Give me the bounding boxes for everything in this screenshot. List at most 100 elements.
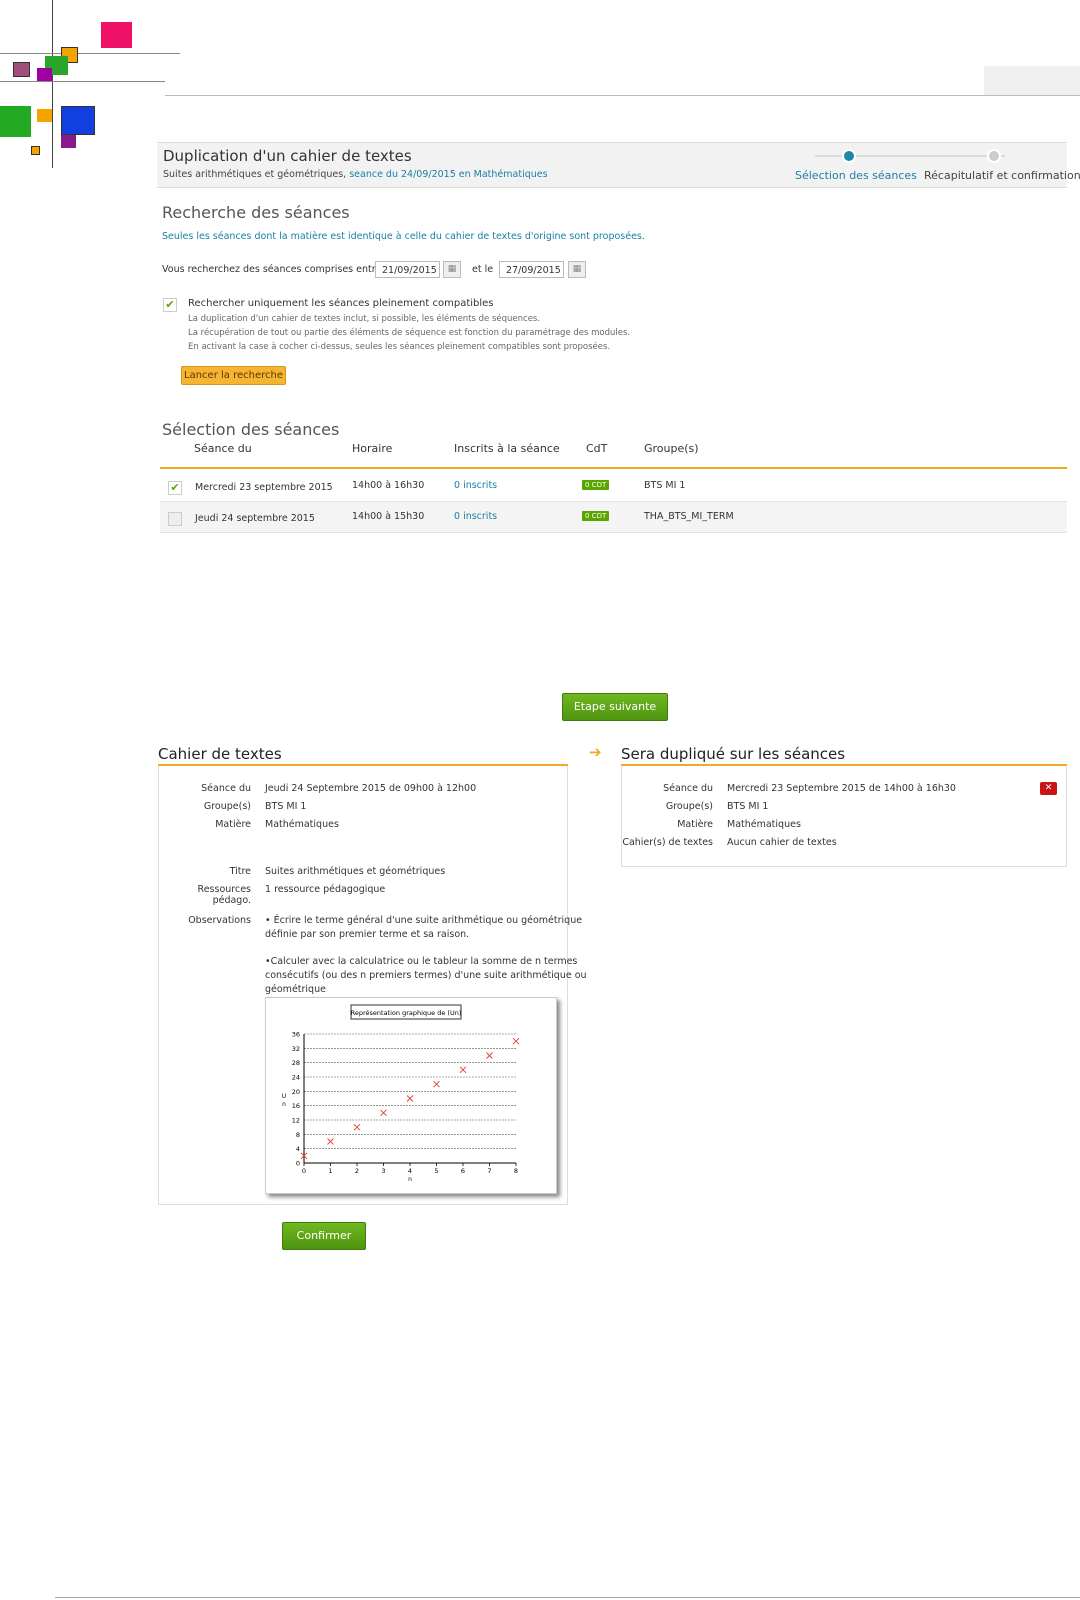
- chart-point: [406, 1095, 414, 1102]
- logo-square-orange: [37, 109, 52, 122]
- chart-y-tick-label: 24: [292, 1074, 300, 1082]
- chart-point: [459, 1066, 467, 1074]
- chart-y-tick-label: 20: [292, 1088, 300, 1096]
- chart-y-label: U: [282, 1093, 286, 1100]
- calendar-to-icon[interactable]: ▦: [568, 261, 586, 278]
- chart-title: Représentation graphique de (Un): [351, 1009, 462, 1017]
- chart-point: [380, 1109, 387, 1117]
- remove-session-button[interactable]: ✕: [1040, 782, 1057, 795]
- subtitle-session-link[interactable]: seance du 24/09/2015 en Mathématiques: [349, 169, 547, 180]
- col-header-date: Séance du: [194, 442, 252, 455]
- row-1-date: Mercredi 23 septembre 2015: [195, 482, 333, 493]
- subtitle-text: Suites arithmétiques et géométriques,: [163, 169, 350, 180]
- chart-point: [327, 1138, 334, 1145]
- source-card-title: Cahier de textes: [158, 745, 282, 763]
- source-groupes[interactable]: BTS MI 1: [265, 801, 306, 812]
- search-info-text: Seules les séances dont la matière est i…: [162, 231, 645, 242]
- scatter-chart: Représentation graphique de (Un) 0 4 8 12 16 2…: [282, 1004, 520, 1183]
- target-groupes[interactable]: BTS MI 1: [727, 801, 768, 812]
- chart-x-tick-label: 8: [514, 1167, 518, 1175]
- target-label-cahiers: Cahier(s) de textes: [622, 837, 713, 848]
- next-step-button[interactable]: Etape suivante: [562, 693, 668, 721]
- col-header-time: Horaire: [352, 442, 393, 455]
- target-label-matiere: Matière: [677, 819, 713, 830]
- check-icon: ✔: [170, 481, 180, 494]
- row-1-inscrits[interactable]: 0 inscrits: [454, 480, 497, 491]
- logo-square-mauve: [13, 62, 30, 77]
- footer-rule: [55, 1597, 1080, 1598]
- arrow-right-icon: ➔: [589, 743, 602, 761]
- chart-y-tick-label: 4: [296, 1145, 300, 1153]
- chart-x-tick-label: 0: [302, 1167, 306, 1175]
- top-right-tab: [984, 66, 1080, 95]
- row-2-cdt-badge: 0 CDT: [582, 511, 610, 521]
- close-icon: ✕: [1044, 783, 1053, 793]
- search-button[interactable]: Lancer la recherche: [181, 366, 286, 385]
- selection-section-title: Sélection des séances: [162, 420, 340, 439]
- source-label-observations: Observations: [188, 915, 251, 926]
- target-card: Séance du Mercredi 23 Septembre 2015 de …: [621, 766, 1067, 867]
- source-matiere: Mathématiques: [265, 819, 339, 830]
- date-from-input[interactable]: 21/09/2015: [375, 261, 440, 278]
- source-obs-line-3: •Calculer avec la calculatrice ou le tab…: [265, 956, 578, 967]
- chart-y-tick-label: 0: [296, 1160, 300, 1168]
- target-seance[interactable]: Mercredi 23 Septembre 2015 de 14h00 à 16…: [727, 783, 956, 794]
- col-header-cdt: CdT: [586, 442, 608, 455]
- target-cahiers: Aucun cahier de textes: [727, 837, 837, 848]
- logo-square-pink: [101, 22, 132, 48]
- source-label-matiere: Matière: [215, 819, 251, 830]
- target-label-seance: Séance du: [663, 783, 713, 794]
- step-2-label: Récapitulatif et confirmation: [924, 169, 1080, 182]
- target-card-title: Sera dupliqué sur les séances: [621, 745, 846, 763]
- logo-horizontal-line-bottom: [0, 81, 165, 82]
- chart-y-tick-label: 12: [292, 1117, 300, 1125]
- source-obs-line-1: • Écrire le terme général d'une suite ar…: [265, 915, 583, 926]
- logo-horizontal-line-top: [0, 53, 180, 54]
- target-matiere: Mathématiques: [727, 819, 801, 830]
- date-and-label: et le: [472, 264, 494, 275]
- row-2-checkbox[interactable]: [168, 512, 182, 526]
- row-2-time: 14h00 à 15h30: [352, 511, 425, 522]
- confirm-button[interactable]: Confirmer: [282, 1222, 366, 1250]
- compat-help-line-2: La récupération de tout ou partie des él…: [188, 328, 631, 338]
- source-label-ressources: Ressources pédago.: [197, 884, 251, 906]
- page-subtitle: Suites arithmétiques et géométriques, se…: [163, 169, 548, 180]
- col-header-inscrits: Inscrits à la séance: [454, 442, 560, 455]
- chart-point: [433, 1080, 440, 1088]
- chart-x-tick-label: 4: [408, 1167, 412, 1175]
- compat-checkbox[interactable]: ✔: [163, 298, 177, 312]
- table-row[interactable]: Jeudi 24 septembre 2015 14h00 à 15h30 0 …: [160, 502, 1067, 533]
- chart-point: [512, 1037, 520, 1045]
- chart-x-tick-label: 6: [461, 1167, 465, 1175]
- row-2-groupe: THA_BTS_MI_TERM: [644, 511, 734, 522]
- calendar-from-icon[interactable]: ▦: [443, 261, 461, 278]
- logo-square-purple-small: [37, 68, 52, 81]
- table-row[interactable]: ✔ Mercredi 23 septembre 2015 14h00 à 16h…: [160, 471, 1067, 502]
- source-label-groupes: Groupe(s): [203, 801, 251, 812]
- col-header-groupes: Groupe(s): [644, 442, 699, 455]
- row-1-groupe: BTS MI 1: [644, 480, 686, 491]
- step-1-label[interactable]: Sélection des séances: [795, 169, 917, 182]
- logo-square-blue: [61, 106, 95, 135]
- compat-help-line-3: En activant la case à cocher ci-dessus, …: [188, 342, 611, 352]
- source-ressources: 1 ressource pédagogique: [265, 884, 386, 895]
- chart-point: [353, 1123, 361, 1131]
- step-1-dot: [842, 149, 856, 163]
- target-label-groupes: Groupe(s): [665, 801, 713, 812]
- compat-checkbox-label[interactable]: Rechercher uniquement les séances pleine…: [188, 298, 494, 309]
- date-range-label: Vous recherchez des séances comprises en…: [162, 264, 393, 275]
- sequence-chart-image: Représentation graphique de (Un) 0 4 8 12 16 2…: [265, 997, 557, 1194]
- source-titre: Suites arithmétiques et géométriques: [265, 866, 446, 877]
- logo-square-green-large: [0, 106, 31, 137]
- date-to-input[interactable]: 27/09/2015: [499, 261, 564, 278]
- source-label-titre: Titre: [229, 866, 251, 877]
- logo-square-purple: [61, 135, 76, 148]
- row-2-inscrits[interactable]: 0 inscrits: [454, 511, 497, 522]
- row-1-checkbox[interactable]: ✔: [168, 481, 182, 495]
- chart-y-tick-label: 16: [292, 1102, 300, 1110]
- chart-y-tick-label: 28: [292, 1059, 300, 1067]
- step-2-dot: [987, 149, 1001, 163]
- source-label-seance: Séance du: [201, 783, 251, 794]
- logo-vertical-line: [52, 0, 53, 168]
- row-1-time: 14h00 à 16h30: [352, 480, 425, 491]
